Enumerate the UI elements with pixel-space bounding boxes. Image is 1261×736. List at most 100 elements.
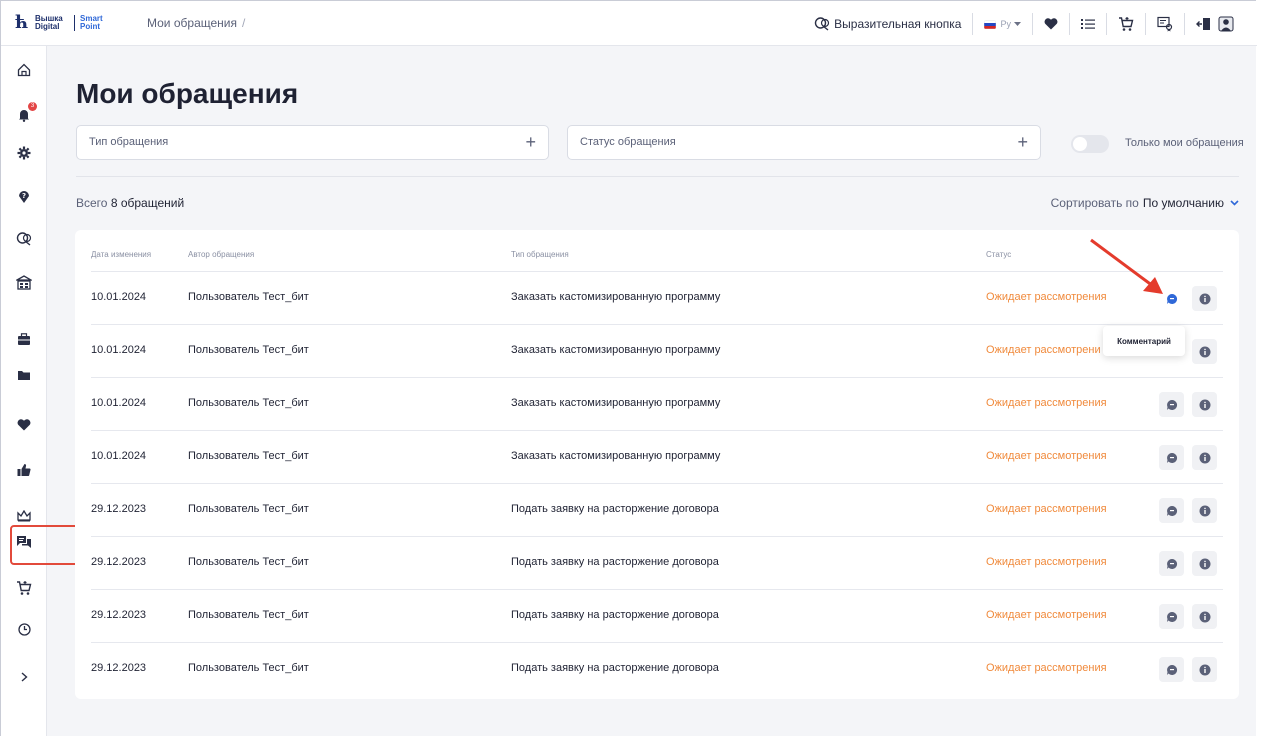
total-value: 8 обращений — [110, 196, 185, 210]
comment-button[interactable] — [1159, 551, 1184, 576]
gear-icon — [17, 146, 31, 160]
logout-button[interactable] — [1185, 13, 1245, 35]
chat-icon — [16, 232, 32, 246]
sidebar-item-favorites[interactable] — [1, 410, 47, 440]
cell-type: Заказать кастомизированную программу — [511, 450, 721, 462]
cart-icon — [1119, 17, 1134, 31]
certificate-icon — [1157, 16, 1173, 32]
sidebar-item-chat[interactable] — [1, 224, 47, 254]
cell-status: Ожидает рассмотрения — [986, 609, 1107, 621]
cell-author: Пользователь Тест_бит — [188, 556, 309, 568]
cell-date: 10.01.2024 — [91, 397, 147, 409]
top-bar: ћ Вышка Digital Smart Point Мои обращени… — [1, 1, 1257, 46]
info-button[interactable] — [1192, 498, 1217, 523]
sidebar-item-help[interactable]: ? — [1, 182, 47, 212]
info-button[interactable] — [1192, 286, 1217, 311]
only-mine-toggle[interactable] — [1071, 135, 1109, 153]
list-icon — [1081, 19, 1095, 29]
sidebar-item-home[interactable] — [1, 55, 47, 85]
cell-author: Пользователь Тест_бит — [188, 662, 309, 674]
cell-type: Заказать кастомизированную программу — [511, 397, 721, 409]
table-row[interactable]: 10.01.2024 Пользователь Тест_бит Заказать … — [75, 378, 1239, 431]
comment-button[interactable] — [1159, 604, 1184, 629]
column-header-status: Статус — [986, 250, 1012, 259]
sidebar-item-settings[interactable] — [1, 138, 47, 168]
table-row[interactable]: 10.01.2024 Пользователь Тест_бит Заказать … — [75, 272, 1239, 325]
language-selector[interactable]: Ру — [973, 13, 1033, 35]
info-button[interactable] — [1192, 657, 1217, 682]
cell-author: Пользователь Тест_бит — [188, 609, 309, 621]
logo[interactable]: ћ Вышка Digital Smart Point — [15, 14, 108, 32]
table-row[interactable]: 10.01.2024 Пользователь Тест_бит Заказать … — [75, 431, 1239, 484]
info-button[interactable] — [1192, 604, 1217, 629]
info-button[interactable] — [1192, 392, 1217, 417]
comment-button[interactable] — [1159, 445, 1184, 470]
total-count: Всего 8 обращений — [76, 196, 184, 210]
sidebar-item-briefcase[interactable] — [1, 324, 47, 354]
active-item-highlight — [10, 525, 80, 565]
comment-button[interactable] — [1159, 498, 1184, 523]
sidebar-item-institution[interactable] — [1, 268, 47, 298]
comment-icon — [1166, 558, 1177, 569]
cell-date: 29.12.2023 — [91, 556, 147, 568]
info-button[interactable] — [1192, 445, 1217, 470]
logout-icon — [1196, 18, 1210, 30]
sort-selector[interactable]: Сортировать по По умолчанию — [1051, 196, 1239, 210]
cell-status: Ожидает рассмотрения — [986, 556, 1107, 568]
table-row[interactable]: 29.12.2023 Пользователь Тест_бит Подать за… — [75, 537, 1239, 590]
cell-status: Ожидает рассмотрени — [986, 344, 1101, 356]
sidebar-item-history[interactable] — [1, 614, 47, 644]
favorites-button[interactable] — [1033, 13, 1070, 35]
notification-badge: 3 — [28, 102, 37, 111]
info-button[interactable] — [1192, 339, 1217, 364]
table-row[interactable]: 10.01.2024 Пользователь Тест_бит Заказать … — [75, 325, 1239, 378]
cell-type: Подать заявку на расторжение договора — [511, 503, 719, 515]
cell-type: Подать заявку на расторжение договора — [511, 556, 719, 568]
cart-icon — [17, 581, 32, 595]
info-icon — [1199, 452, 1210, 463]
info-icon — [1199, 346, 1210, 357]
comment-button[interactable] — [1159, 392, 1184, 417]
certificate-button[interactable] — [1146, 13, 1185, 35]
filter-type-select[interactable]: Тип обращения + — [76, 125, 549, 160]
sidebar-expand-button[interactable] — [1, 662, 47, 692]
sidebar-item-folder[interactable] — [1, 360, 47, 390]
sort-label: Сортировать по — [1050, 196, 1139, 210]
cell-date: 29.12.2023 — [91, 662, 147, 674]
logo-mark-icon: ћ — [15, 12, 29, 33]
logo-divider — [74, 15, 75, 31]
sidebar-item-cart[interactable] — [1, 573, 47, 603]
divider — [76, 176, 1239, 177]
comment-button[interactable] — [1159, 657, 1184, 682]
cell-date: 10.01.2024 — [91, 291, 147, 303]
comment-icon — [1166, 611, 1177, 622]
filter-status-placeholder: Статус обращения — [580, 136, 676, 148]
list-button[interactable] — [1070, 13, 1107, 35]
chat-bubble-icon — [814, 17, 830, 31]
table-row[interactable]: 29.12.2023 Пользователь Тест_бит Подать за… — [75, 590, 1239, 643]
language-label: Ру — [1000, 19, 1011, 29]
info-button[interactable] — [1192, 551, 1217, 576]
filter-status-select[interactable]: Статус обращения + — [567, 125, 1041, 160]
cell-author: Пользователь Тест_бит — [188, 344, 309, 356]
cart-button[interactable] — [1107, 13, 1146, 35]
cell-status: Ожидает рассмотрения — [986, 662, 1107, 674]
info-icon — [1199, 399, 1210, 410]
sidebar-item-likes[interactable] — [1, 455, 47, 485]
plus-icon: + — [525, 132, 536, 152]
app-window: ћ Вышка Digital Smart Point Мои обращени… — [0, 0, 1257, 736]
sidebar-item-notifications[interactable]: 3 — [1, 100, 47, 130]
annotation-arrow-icon — [1090, 238, 1163, 294]
table-row[interactable]: 29.12.2023 Пользователь Тест_бит Подать за… — [75, 643, 1239, 696]
comment-tooltip: Комментарий — [1103, 326, 1185, 356]
thumbs-up-icon — [17, 463, 31, 477]
user-icon[interactable] — [1218, 16, 1234, 32]
cell-type: Заказать кастомизированную программу — [511, 291, 721, 303]
comment-icon — [1166, 399, 1177, 410]
cell-type: Подать заявку на расторжение договора — [511, 609, 719, 621]
top-actions: Выразительная кнопка Ру — [803, 12, 1245, 36]
breadcrumb-current[interactable]: Мои обращения — [147, 16, 237, 30]
info-icon — [1199, 611, 1210, 622]
table-row[interactable]: 29.12.2023 Пользователь Тест_бит Подать за… — [75, 484, 1239, 537]
expressive-button[interactable]: Выразительная кнопка — [803, 13, 974, 35]
